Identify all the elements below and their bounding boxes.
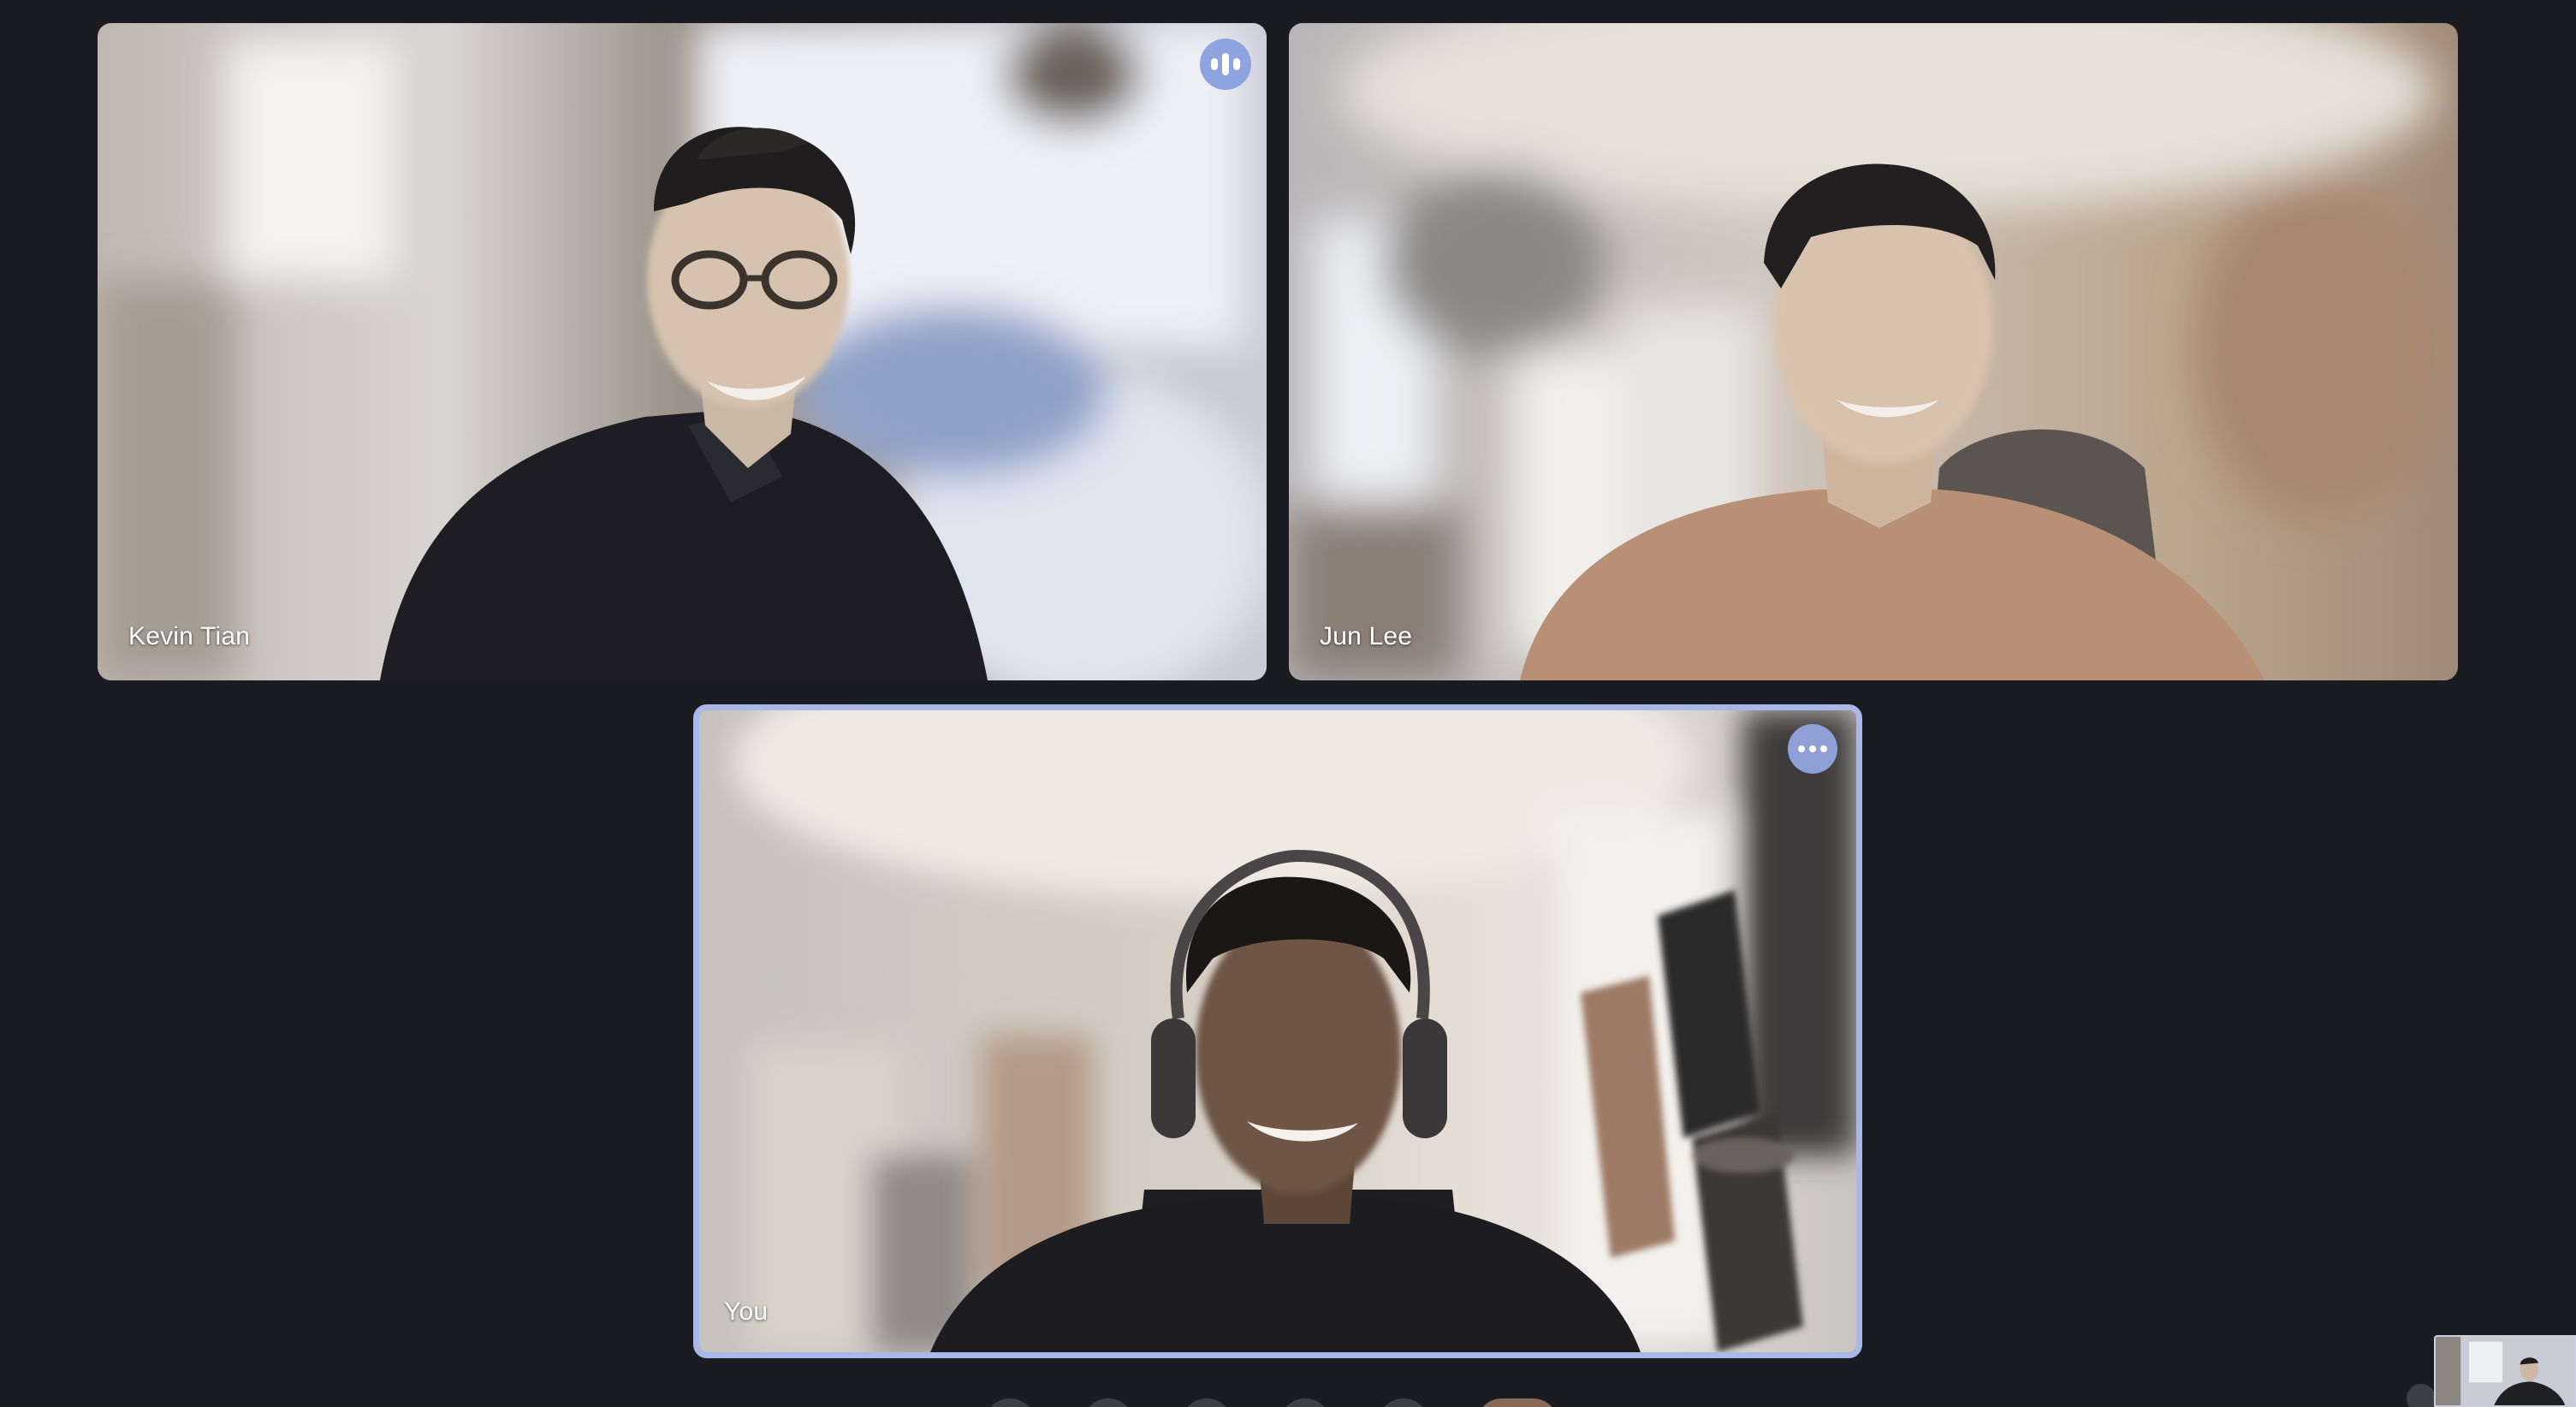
audio-waveform-icon (1200, 39, 1251, 90)
raise-hand-button[interactable] (1279, 1398, 1331, 1407)
call-controls-bar (984, 1398, 1669, 1407)
more-options-icon[interactable] (1788, 724, 1837, 774)
participant-name-jun: Jun Lee (1320, 622, 1413, 650)
video-feed-jun (1289, 23, 2458, 680)
self-view-thumbnail[interactable] (2434, 1335, 2576, 1407)
video-feed-kevin (98, 23, 1267, 680)
collapse-self-view-button[interactable] (2407, 1384, 2436, 1407)
participant-tile-you[interactable]: You (693, 704, 1862, 1358)
more-options-button[interactable] (1378, 1398, 1429, 1407)
participant-name-kevin: Kevin Tian (128, 622, 251, 650)
meeting-stage: Kevin Tian Jun Lee You (0, 0, 2576, 1407)
captions-button[interactable] (1181, 1398, 1232, 1407)
video-feed-you (699, 710, 1856, 1352)
participant-name-you: You (724, 1297, 769, 1326)
participant-tile-jun[interactable]: Jun Lee (1289, 23, 2458, 680)
camera-button[interactable] (1083, 1398, 1134, 1407)
self-view-video (2436, 1337, 2574, 1405)
mic-button[interactable] (984, 1398, 1036, 1407)
end-call-button[interactable] (1476, 1398, 1558, 1407)
participant-tile-kevin[interactable]: Kevin Tian (98, 23, 1267, 680)
